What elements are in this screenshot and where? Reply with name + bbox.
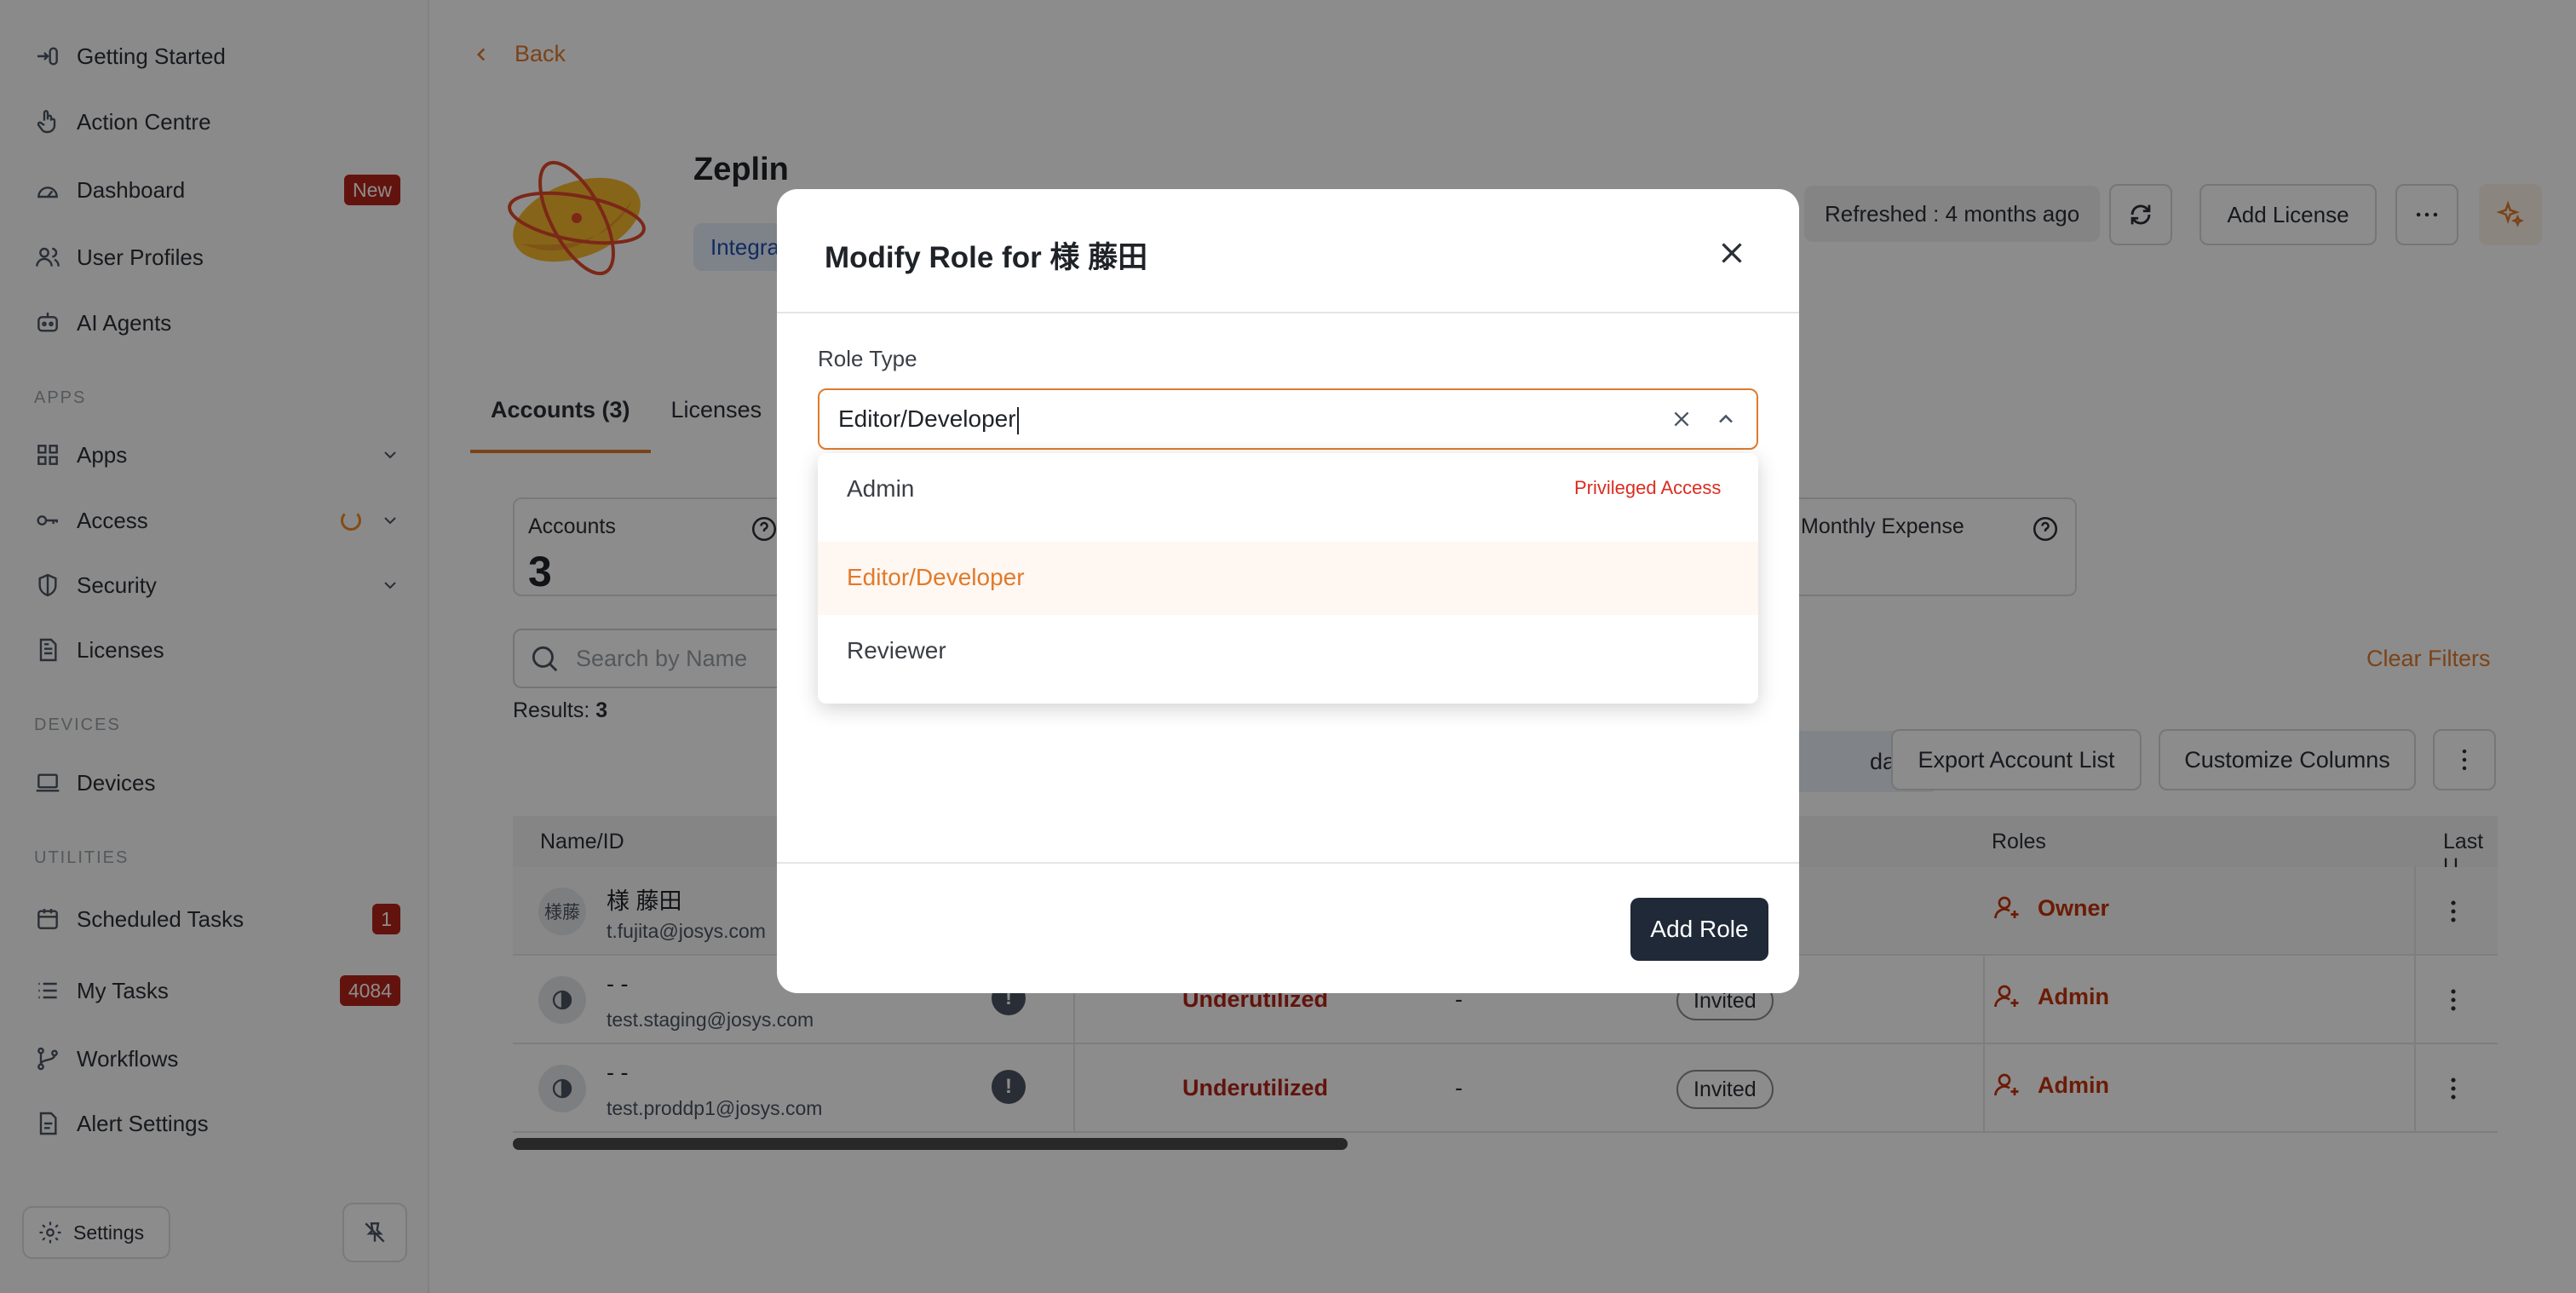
divider	[777, 312, 1799, 313]
close-icon	[1722, 243, 1742, 263]
role-type-label: Role Type	[818, 346, 917, 371]
clear-selection-button[interactable]	[1666, 404, 1697, 434]
divider	[777, 862, 1799, 864]
option-label: Editor/Developer	[847, 564, 1025, 590]
modify-role-dialog: Modify Role for 様 藤田 Role Type Editor/De…	[777, 189, 1799, 993]
dialog-title: Modify Role for 様 藤田	[825, 241, 1148, 274]
role-type-select[interactable]: Editor/Developer	[818, 388, 1758, 450]
privileged-access-tag: Privileged Access	[1574, 477, 1722, 498]
add-role-button[interactable]: Add Role	[1630, 898, 1768, 961]
chevron-up-icon	[1719, 414, 1733, 423]
option-label: Admin	[847, 475, 915, 502]
option-reviewer[interactable]: Reviewer	[818, 615, 1758, 688]
option-editor-developer[interactable]: Editor/Developer	[818, 542, 1758, 615]
text-cursor	[1016, 406, 1019, 434]
dropdown-toggle-button[interactable]	[1709, 404, 1743, 434]
option-label: Reviewer	[847, 637, 946, 664]
role-type-value[interactable]: Editor/Developer	[838, 405, 1019, 434]
role-type-text: Editor/Developer	[838, 405, 1016, 432]
close-dialog-button[interactable]	[1711, 232, 1753, 274]
option-admin[interactable]: Admin Privileged Access	[818, 453, 1758, 526]
close-icon	[1674, 411, 1689, 427]
role-options-menu: Admin Privileged Access Editor/Developer…	[818, 453, 1758, 704]
